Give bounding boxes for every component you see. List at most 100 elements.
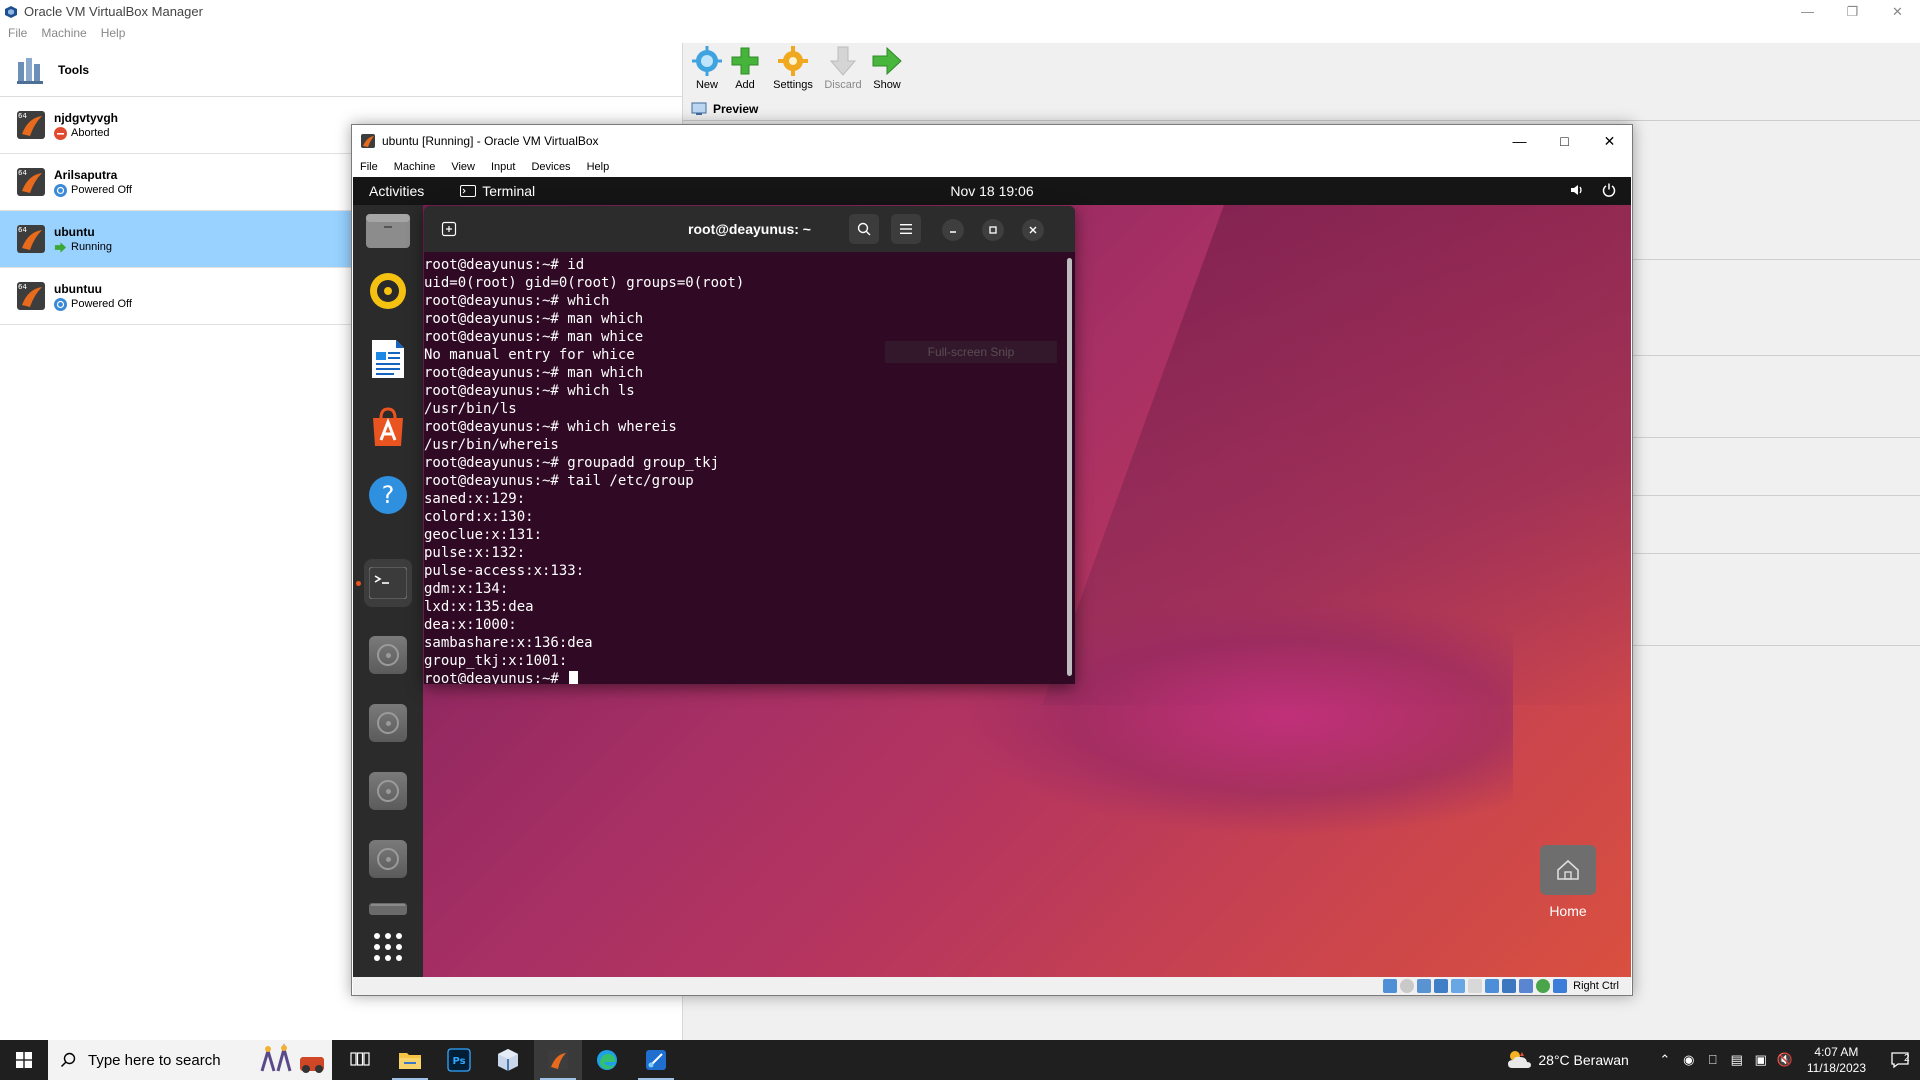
terminal-line: uid=0(root) gid=0(root) groups=0(root): [424, 275, 745, 291]
ubuntu-dock: ?: [353, 205, 423, 977]
hamburger-icon: [900, 224, 912, 234]
taskbar-search-box[interactable]: Type here to search: [48, 1040, 332, 1080]
new-tab-icon: [441, 221, 457, 237]
recording-status-icon[interactable]: [1502, 979, 1517, 993]
optical-drive-status-icon[interactable]: [1400, 979, 1415, 993]
menu-button[interactable]: [891, 214, 921, 244]
new-tab-button[interactable]: [434, 214, 464, 244]
activities-button[interactable]: Activities: [369, 183, 424, 199]
show-button[interactable]: Show: [863, 45, 911, 91]
files-icon: [366, 214, 410, 248]
dock-item-disk-2[interactable]: [364, 699, 412, 747]
show-apps-button[interactable]: [364, 923, 412, 971]
network-status-icon[interactable]: [1434, 979, 1449, 993]
weather-text: 28°C Berawan: [1538, 1052, 1629, 1068]
taskbar-ubuntu-vm[interactable]: [534, 1040, 582, 1080]
vm-name: njdgvtyvgh: [54, 110, 119, 125]
terminal-line: /usr/bin/ls: [424, 401, 517, 417]
app-menu-terminal[interactable]: Terminal: [460, 183, 535, 199]
discard-label: Discard: [824, 79, 862, 91]
dock-item-app-center[interactable]: [364, 403, 412, 451]
taskbar-snipping-tool[interactable]: [632, 1040, 680, 1080]
menu-file[interactable]: File: [8, 26, 27, 40]
dock-item-files[interactable]: [364, 207, 412, 255]
search-button[interactable]: [849, 214, 879, 244]
guest-additions-status-icon[interactable]: [1536, 979, 1551, 993]
audio-status-icon[interactable]: [1417, 979, 1432, 993]
taskbar-photoshop[interactable]: Ps: [435, 1040, 483, 1080]
volume-icon[interactable]: [1569, 182, 1585, 198]
taskbar-file-explorer[interactable]: [386, 1040, 434, 1080]
menu-help[interactable]: Help: [101, 26, 126, 40]
terminal-line: pulse-access:x:133:: [424, 563, 585, 579]
network-icon[interactable]: ▣: [1749, 1040, 1773, 1080]
menu-view[interactable]: View: [451, 161, 475, 173]
desktop-home-folder[interactable]: Home: [1537, 845, 1599, 919]
dock-item-rhythmbox[interactable]: [364, 267, 412, 315]
task-view-button[interactable]: [336, 1040, 384, 1080]
search-placeholder: Type here to search: [88, 1051, 221, 1069]
ubuntu-vm-icon: [361, 134, 375, 148]
search-highlight-icon: [260, 1043, 324, 1073]
menu-machine[interactable]: Machine: [394, 161, 436, 173]
minimize-button[interactable]: —: [1497, 125, 1542, 157]
add-button[interactable]: Add: [721, 45, 769, 91]
start-button[interactable]: [0, 1040, 48, 1080]
settings-gear-icon: [778, 46, 808, 76]
cpu-status-icon[interactable]: [1519, 979, 1534, 993]
terminal-scrollbar[interactable]: [1067, 258, 1072, 676]
meet-now-icon[interactable]: ▤: [1725, 1040, 1749, 1080]
notification-center-button[interactable]: 2: [1880, 1040, 1920, 1080]
show-hidden-icons-chevron-icon[interactable]: ⌃: [1653, 1040, 1677, 1080]
close-button[interactable]: [1022, 219, 1044, 241]
weather-widget[interactable]: 28°C Berawan: [1506, 1048, 1629, 1072]
display-status-icon[interactable]: [1485, 979, 1500, 993]
dock-item-disk-1[interactable]: [364, 631, 412, 679]
volume-muted-icon[interactable]: 🔇: [1773, 1040, 1797, 1080]
minimize-button[interactable]: —: [1785, 0, 1830, 23]
dock-item-disk-4[interactable]: [364, 835, 412, 883]
usb-device-icon[interactable]: ⎕: [1701, 1040, 1725, 1080]
close-button[interactable]: ✕: [1587, 125, 1632, 157]
discard-button[interactable]: Discard: [819, 45, 867, 91]
terminal-line: lxd:x:135:dea: [424, 599, 534, 615]
close-button[interactable]: ✕: [1875, 0, 1920, 23]
menu-file[interactable]: File: [360, 161, 378, 173]
menu-help[interactable]: Help: [587, 161, 610, 173]
tools-item[interactable]: Tools: [0, 43, 682, 97]
vm-state: Powered Off: [71, 184, 132, 196]
restore-button[interactable]: ❐: [1830, 0, 1875, 23]
edge-browser-icon: [597, 1050, 617, 1070]
hard-disk-status-icon[interactable]: [1383, 979, 1398, 993]
menu-devices[interactable]: Devices: [531, 161, 570, 173]
weather-cloud-icon: [1508, 1051, 1532, 1068]
dock-item-disk-3[interactable]: [364, 767, 412, 815]
menu-input[interactable]: Input: [491, 161, 515, 173]
show-arrow-right-icon: [872, 46, 902, 76]
svg-text:?: ?: [382, 481, 395, 509]
recording-icon[interactable]: ◉: [1677, 1040, 1701, 1080]
maximize-button[interactable]: [982, 219, 1004, 241]
shared-folders-status-icon[interactable]: [1468, 979, 1483, 993]
terminal-window[interactable]: root@deayunus: ~ root@deayunus:~# id uid…: [424, 206, 1075, 684]
os-ubuntu-64-icon: 64: [14, 279, 48, 313]
vm-name: ubuntu: [54, 224, 95, 239]
clock[interactable]: Nov 18 19:06: [353, 183, 1631, 199]
dock-item-terminal[interactable]: [364, 559, 412, 607]
maximize-button[interactable]: □: [1542, 125, 1587, 157]
taskbar-edge[interactable]: [583, 1040, 631, 1080]
close-icon: [1029, 226, 1037, 234]
menu-machine[interactable]: Machine: [41, 26, 86, 40]
preview-section-header[interactable]: Preview: [683, 97, 1920, 121]
terminal-output[interactable]: root@deayunus:~# id uid=0(root) gid=0(roo…: [424, 252, 1075, 684]
usb-status-icon[interactable]: [1451, 979, 1466, 993]
power-icon[interactable]: [1601, 182, 1617, 198]
taskbar-virtualbox-manager[interactable]: [484, 1040, 532, 1080]
dock-item-writer[interactable]: [364, 335, 412, 383]
libreoffice-writer-icon: [372, 340, 404, 378]
mouse-integration-status-icon[interactable]: [1553, 979, 1568, 993]
settings-button[interactable]: Settings: [769, 45, 817, 91]
taskbar-clock[interactable]: 4:07 AM 11/18/2023: [1807, 1044, 1866, 1076]
dock-item-help[interactable]: ?: [364, 471, 412, 519]
minimize-button[interactable]: [942, 219, 964, 241]
